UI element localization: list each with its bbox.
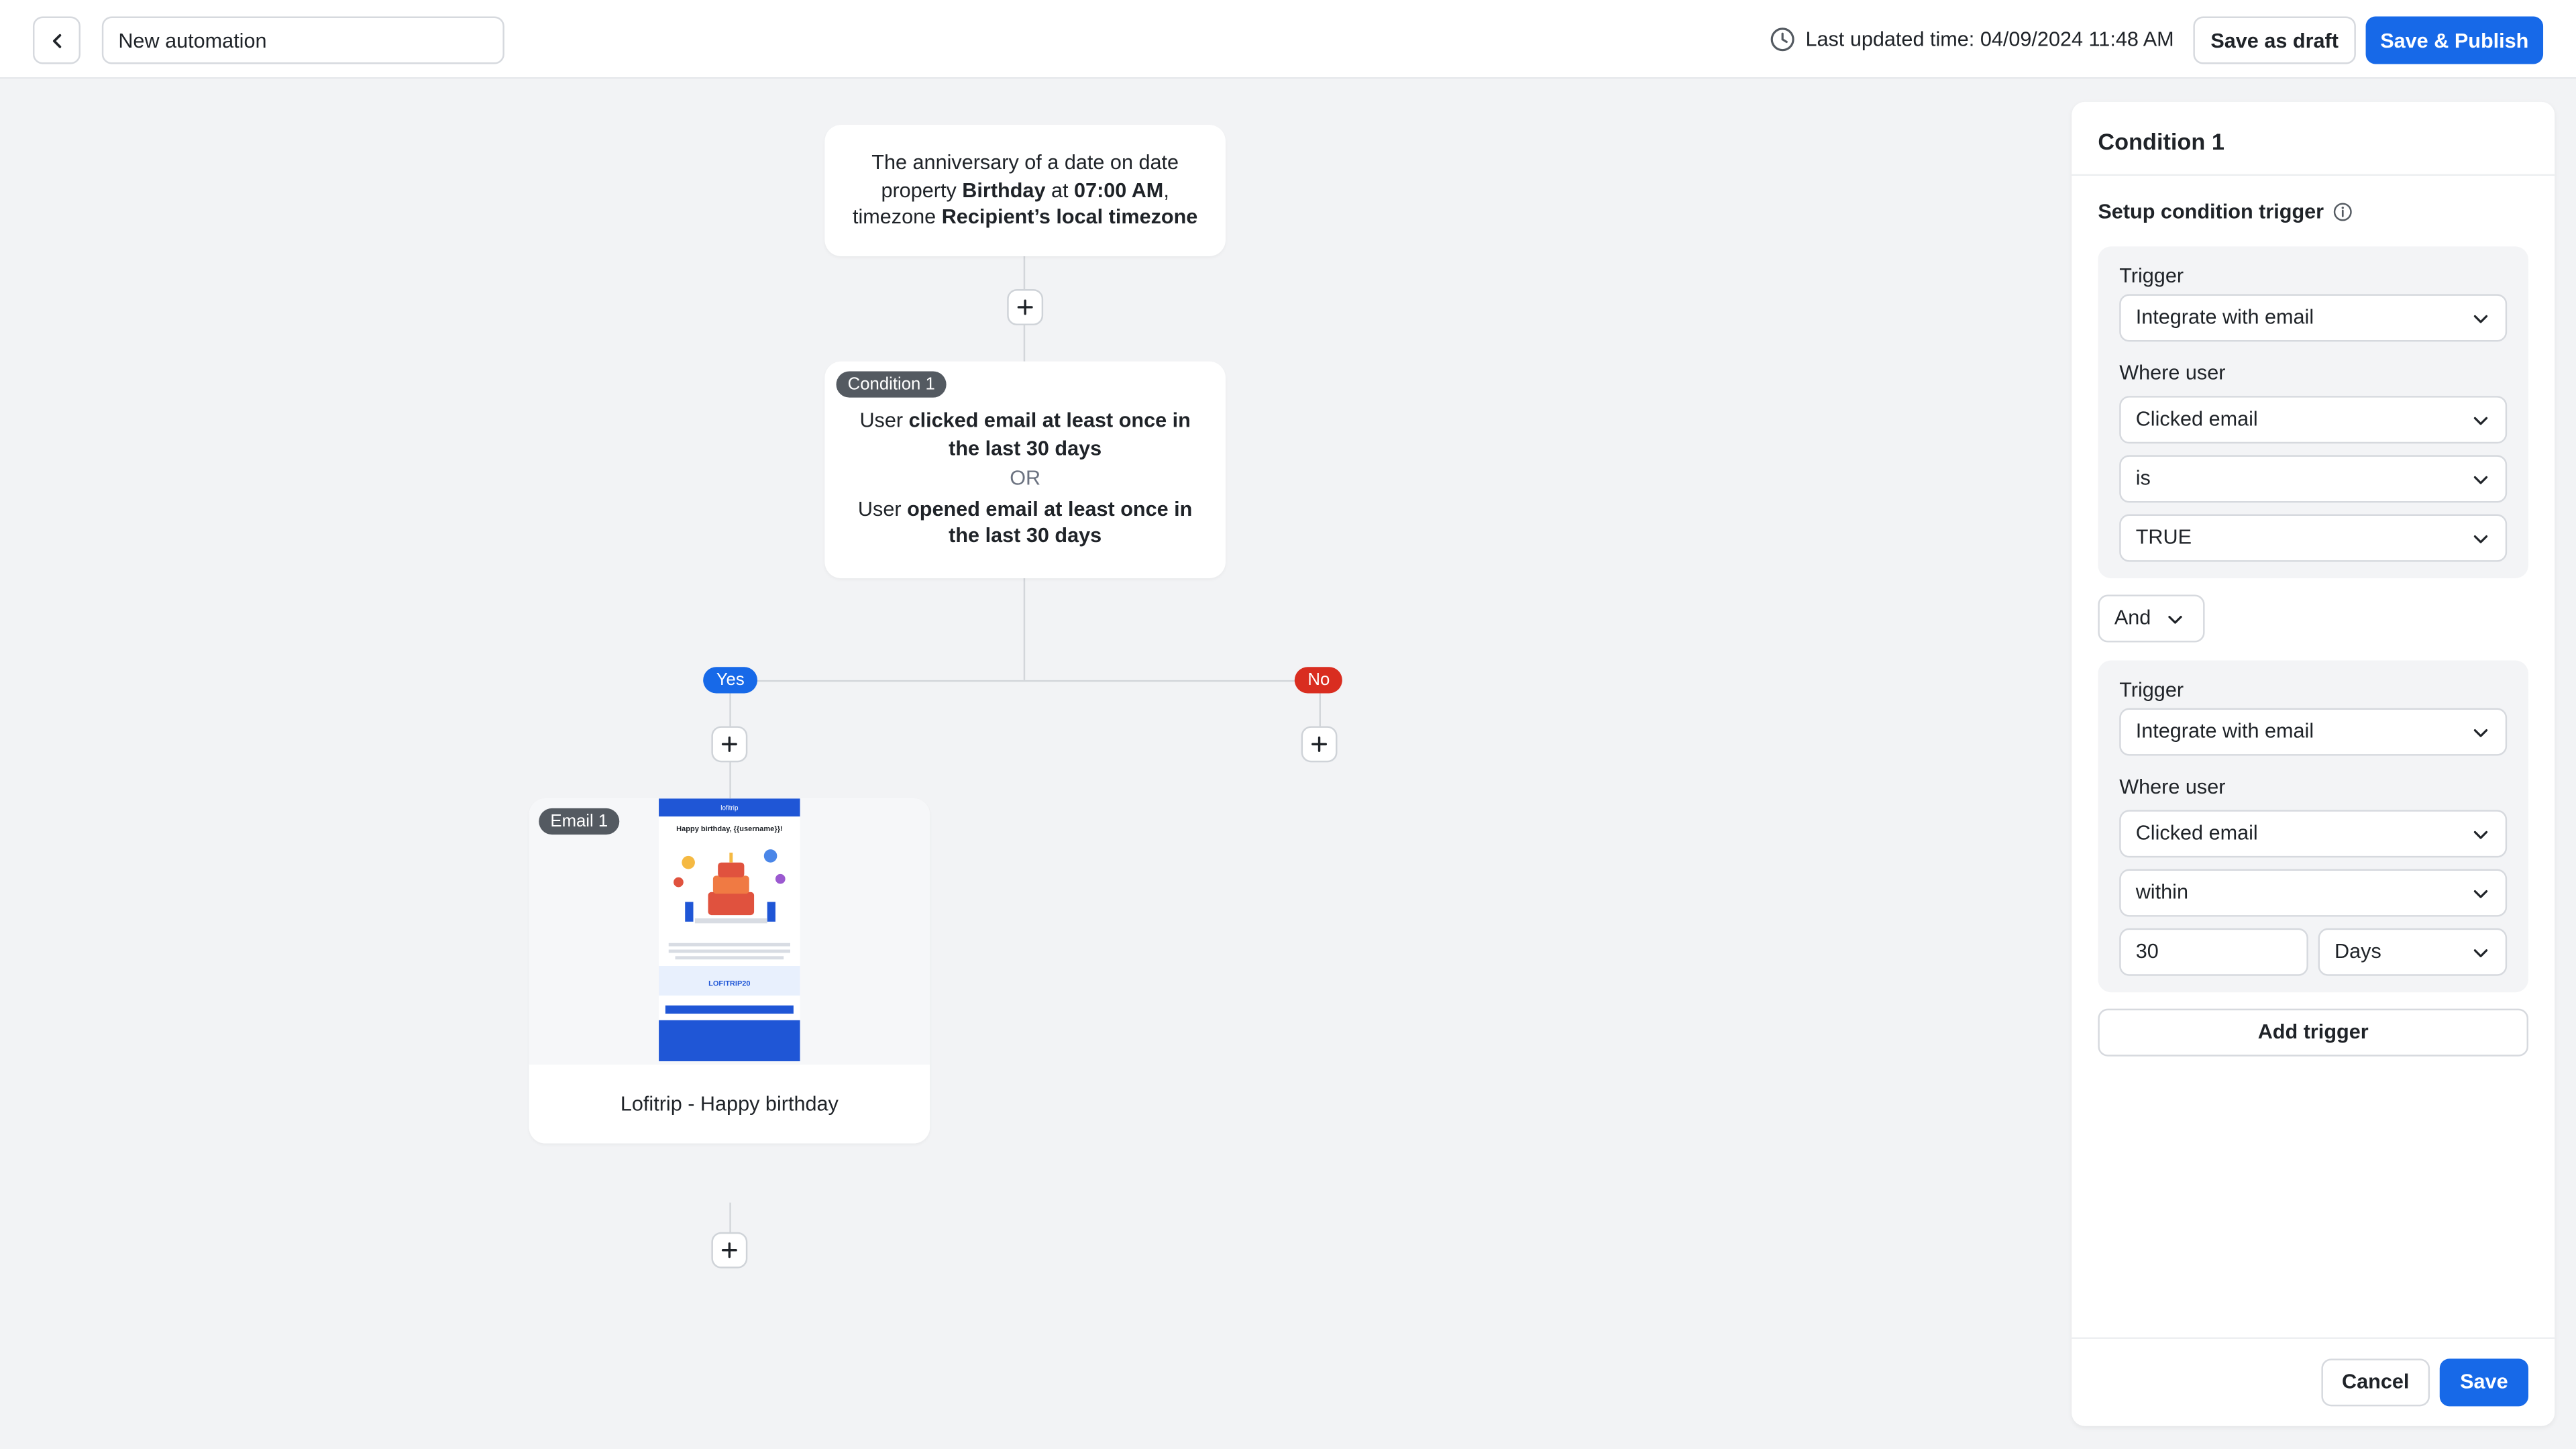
trigger-select-value: Integrate with email (2135, 719, 2314, 743)
value-select-value: TRUE (2135, 525, 2192, 549)
email-preview-text (675, 956, 784, 960)
condition-line-2: User opened email at least once in the l… (824, 495, 1226, 549)
add-step-no-button[interactable] (1301, 726, 1338, 763)
operator-select[interactable]: within (2119, 869, 2508, 917)
trigger-text: at (1045, 178, 1075, 202)
back-button[interactable] (32, 16, 81, 64)
plus-icon (1017, 299, 1033, 315)
event-select-value: Clicked email (2135, 821, 2258, 845)
last-updated-text: Last updated time: 04/09/2024 11:48 AM (1805, 28, 2174, 51)
unit-select[interactable]: Days (2318, 928, 2508, 976)
add-step-yes-button[interactable] (711, 726, 748, 763)
trigger-time: 07:00 AM (1074, 178, 1164, 202)
email-badge: Email 1 (539, 808, 620, 835)
save-draft-button[interactable]: Save as draft (2193, 16, 2356, 64)
trigger-timezone: Recipient’s local timezone (941, 205, 1198, 229)
condition-rule: opened email at least once in the last 3… (907, 496, 1193, 547)
email-preview-button (665, 1005, 794, 1014)
divider (2072, 174, 2555, 176)
combinator-select[interactable]: And (2098, 594, 2205, 643)
condition-prefix: User (857, 496, 908, 521)
email-preview-text (668, 949, 790, 953)
stage: Last updated time: 04/09/2024 11:48 AM S… (0, 0, 2576, 1449)
info-icon[interactable] (2332, 202, 2351, 221)
plus-icon (721, 736, 737, 752)
unit-select-value: Days (2334, 939, 2381, 963)
add-step-button[interactable] (711, 1232, 748, 1269)
chevron-down-icon (2473, 729, 2488, 737)
operator-select[interactable]: is (2119, 455, 2508, 503)
number-input[interactable]: 30 (2119, 928, 2308, 976)
panel-title: Condition 1 (2098, 128, 2224, 155)
birthday-cake-illustration (674, 849, 786, 924)
where-user-label: Where user (2119, 361, 2226, 385)
chevron-down-icon (2473, 949, 2488, 957)
email-preview-footer (659, 1020, 800, 1062)
email-preview-code: LOFITRIP20 (659, 966, 800, 996)
trigger-group-1: Trigger Integrate with email Where user … (2098, 246, 2529, 579)
event-select-value: Clicked email (2135, 407, 2258, 431)
plus-icon (1311, 736, 1328, 752)
chevron-left-icon (52, 33, 61, 48)
chevron-down-icon (2473, 535, 2488, 543)
trigger-label: Trigger (2119, 678, 2184, 702)
no-branch-label: No (1294, 667, 1343, 694)
email-preview-heading: Happy birthday, {{username}}! (676, 824, 783, 833)
operator-select-value: within (2135, 880, 2188, 904)
clock-icon (1770, 28, 1794, 52)
chevron-down-icon (2473, 315, 2488, 323)
trigger-select[interactable]: Integrate with email (2119, 294, 2508, 342)
trigger-group-2: Trigger Integrate with email Where user … (2098, 660, 2529, 993)
trigger-select[interactable]: Integrate with email (2119, 708, 2508, 756)
email-node[interactable]: lofitrip Happy birthday, {{username}}! L… (529, 798, 930, 1144)
add-trigger-button[interactable]: Add trigger (2098, 1008, 2529, 1057)
chevron-down-icon (2473, 890, 2488, 898)
email-title: Lofitrip - Happy birthday (529, 1064, 930, 1144)
chevron-down-icon (2473, 830, 2488, 839)
event-select[interactable]: Clicked email (2119, 396, 2508, 444)
trigger-label: Trigger (2119, 264, 2184, 288)
divider (2072, 1337, 2555, 1339)
chevron-down-icon (2168, 616, 2182, 624)
email-preview: lofitrip Happy birthday, {{username}}! L… (659, 798, 800, 1062)
save-button[interactable]: Save (2439, 1358, 2529, 1407)
connector (1023, 578, 1026, 680)
trigger-node[interactable]: The anniversary of a date on date proper… (824, 125, 1226, 257)
section-title: Setup condition trigger (2098, 201, 2351, 223)
yes-branch-label: Yes (703, 667, 758, 694)
email-preview-text (668, 943, 790, 947)
condition-rule: clicked email at least once in the last … (908, 409, 1191, 460)
add-step-button[interactable] (1007, 289, 1044, 325)
plus-icon (721, 1242, 737, 1258)
save-publish-button[interactable]: Save & Publish (2365, 16, 2544, 64)
event-select[interactable]: Clicked email (2119, 810, 2508, 858)
condition-node[interactable]: Condition 1 User clicked email at least … (824, 361, 1226, 579)
email-preview-brand: lofitrip (659, 798, 800, 817)
condition-or: OR (1010, 466, 1041, 490)
value-select[interactable]: TRUE (2119, 514, 2508, 562)
combinator-value: And (2114, 606, 2151, 629)
where-user-label: Where user (2119, 775, 2226, 799)
automation-name-input[interactable] (101, 16, 504, 64)
condition-panel: Condition 1 Setup condition trigger Trig… (2072, 101, 2555, 1426)
cancel-button[interactable]: Cancel (2321, 1358, 2430, 1407)
section-title-text: Setup condition trigger (2098, 200, 2324, 224)
last-updated: Last updated time: 04/09/2024 11:48 AM (1770, 26, 2174, 52)
operator-select-value: is (2135, 466, 2151, 490)
chevron-down-icon (2473, 417, 2488, 425)
condition-line-1: User clicked email at least once in the … (824, 407, 1226, 462)
connector (729, 680, 1321, 682)
chevron-down-icon (2473, 476, 2488, 484)
trigger-property: Birthday (962, 178, 1046, 202)
condition-prefix: User (859, 409, 909, 433)
top-bar: Last updated time: 04/09/2024 11:48 AM S… (0, 0, 2576, 79)
condition-badge: Condition 1 (836, 371, 947, 398)
trigger-select-value: Integrate with email (2135, 305, 2314, 329)
